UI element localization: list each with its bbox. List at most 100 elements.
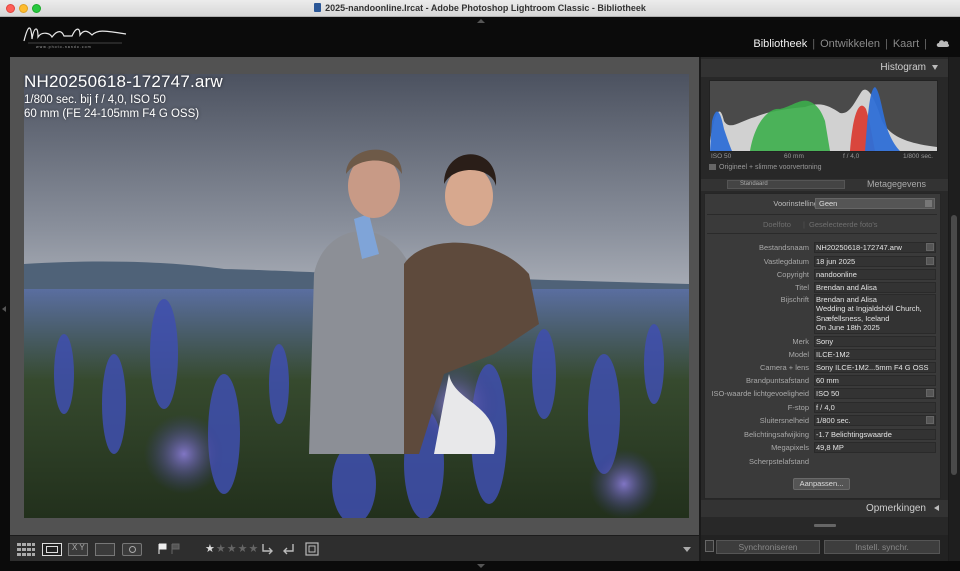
identity-plate-signature-logo: www.photo-nando.com — [23, 27, 127, 49]
metadata-field-label: ISO-waarde lichtgevoeligheid — [711, 389, 809, 398]
caption-line[interactable]: On June 18th 2025 — [816, 323, 880, 332]
identity-plate-tagline: www.photo-nando.com — [36, 45, 92, 49]
star-icon[interactable]: ★ — [216, 543, 227, 555]
couple-lupine-photo — [24, 74, 689, 518]
caption-line[interactable]: Snæfellsness, Iceland — [816, 314, 889, 323]
expand-comments-icon[interactable] — [934, 505, 939, 511]
metadata-field-action-icon[interactable] — [926, 389, 934, 397]
metadata-title: Metagegevens — [866, 179, 926, 189]
metadata-field-label: Scherpstelafstand — [748, 457, 809, 466]
metadata-field-action-icon[interactable] — [926, 416, 934, 424]
crop-overlay-icon[interactable] — [304, 541, 320, 557]
metadata-view-select[interactable]: Standaard — [727, 180, 845, 189]
metadata-field-value[interactable]: Brendan and Alisa — [816, 283, 877, 292]
metadata-header[interactable]: Standaard Metagegevens — [701, 179, 948, 191]
loupe-view-button[interactable] — [42, 543, 62, 556]
expand-left-panel-arrow-icon[interactable] — [2, 306, 6, 312]
collapse-top-panel-arrow-icon[interactable] — [477, 19, 485, 23]
histogram-title: Histogram — [880, 62, 926, 73]
module-library[interactable]: Bibliotheek — [753, 38, 807, 50]
metadata-field-value[interactable]: 1/800 sec. — [816, 416, 851, 425]
histogram-shutter: 1/800 sec. — [903, 153, 933, 160]
smart-preview-icon — [709, 164, 716, 170]
info-overlay: NH20250618-172747.arw 1/800 sec. bij f /… — [24, 72, 223, 120]
customize-metadata-button[interactable]: Aanpassen... — [793, 478, 850, 490]
metadata-field-value[interactable]: 60 mm — [816, 376, 839, 385]
caption-line[interactable]: Wedding at Ingjaldshóll Church, — [816, 304, 922, 313]
grid-view-icon[interactable] — [17, 543, 35, 556]
star-icon[interactable]: ★ — [205, 543, 216, 555]
tab-separator: | — [803, 220, 805, 229]
window-titlebar: 2025-nandoonline.lrcat - Adobe Photoshop… — [0, 0, 960, 17]
metadata-field-value[interactable]: 49,8 MP — [816, 443, 844, 452]
metadata-field-value[interactable]: NH20250618-172747.arw — [816, 243, 902, 252]
module-separator: | — [812, 38, 816, 50]
metadata-field-label: Titel — [795, 283, 809, 292]
sync-button[interactable]: Synchroniseren — [716, 540, 820, 554]
overlay-filename: NH20250618-172747.arw — [24, 72, 223, 91]
right-panel-scroll-thumb[interactable] — [951, 215, 957, 475]
metadata-field-value[interactable]: ISO 50 — [816, 389, 839, 398]
star-icon[interactable]: ★ — [238, 543, 249, 555]
divider — [707, 214, 937, 215]
metadata-field-label: F-stop — [787, 403, 809, 412]
module-separator: | — [924, 38, 927, 50]
sync-settings-button[interactable]: Instell. synchr. — [824, 540, 940, 554]
auto-sync-toggle[interactable] — [705, 540, 714, 552]
window-title: 2025-nandoonline.lrcat - Adobe Photoshop… — [0, 3, 960, 13]
metadata-preset-select[interactable]: Geen — [815, 198, 935, 209]
library-toolbar: X Y ★★★★★ — [10, 535, 699, 561]
panel-resize-handle[interactable] — [814, 524, 836, 527]
metadata-field-label: Copyright — [776, 270, 809, 279]
metadata-field-label: Vastlegdatum — [763, 257, 809, 266]
module-develop[interactable]: Ontwikkelen — [820, 38, 880, 50]
metadata-field-value[interactable]: f / 4,0 — [816, 403, 835, 412]
flag-icons[interactable] — [158, 543, 182, 555]
metadata-field-label: Camera + lens — [760, 363, 809, 372]
collapse-histogram-icon[interactable] — [932, 65, 938, 70]
metadata-field-value[interactable]: Sony — [816, 337, 833, 346]
tab-selected-photos[interactable]: Geselecteerde foto's — [809, 220, 878, 229]
metadata-field-action-icon[interactable] — [926, 243, 934, 251]
metadata-field-value[interactable]: Brendan and Alisa — [816, 295, 877, 304]
metadata-field-action-icon[interactable] — [926, 257, 934, 265]
metadata-field-value[interactable]: Sony ILCE-1M2...5mm F4 G OSS — [816, 363, 929, 372]
histogram-aperture: f / 4,0 — [843, 153, 860, 160]
tab-target-photo[interactable]: Doelfoto — [763, 220, 791, 229]
toolbar-content-dropdown-icon[interactable] — [683, 547, 691, 552]
metadata-field-value[interactable]: -1.7 Belichtingswaarde — [816, 430, 892, 439]
metadata-field-label: Bijschrift — [780, 295, 809, 304]
histogram-green — [750, 100, 830, 151]
metadata-field-label: Model — [788, 350, 809, 359]
metadata-field-label: Bestandsnaam — [758, 243, 809, 252]
expand-filmstrip-arrow-icon[interactable] — [477, 564, 485, 568]
histogram-header[interactable]: Histogram — [701, 59, 948, 77]
rotate-icons[interactable] — [260, 542, 296, 556]
overlay-lens: 60 mm (FE 24-105mm F4 G OSS) — [24, 108, 200, 120]
module-picker: Bibliotheek | Ontwikkelen | Kaart | — [753, 38, 932, 50]
document-icon — [314, 3, 322, 12]
comments-header[interactable]: Opmerkingen — [701, 500, 948, 517]
histogram-chart — [709, 80, 938, 152]
module-separator: | — [884, 38, 888, 50]
survey-view-button[interactable] — [95, 543, 115, 556]
voorinstelling-label: Voorinstelling — [773, 199, 818, 208]
metadata-field-value[interactable]: ILCE-1M2 — [816, 350, 850, 359]
overlay-exposure: 1/800 sec. bij f / 4,0, ISO 50 — [24, 94, 166, 106]
preview-status: Origineel + slimme voorvertoning — [709, 164, 822, 171]
select-updown-icon — [925, 200, 932, 207]
people-view-button[interactable] — [122, 543, 142, 556]
star-icon[interactable]: ★ — [227, 543, 238, 555]
compare-view-button[interactable]: X Y — [68, 543, 88, 556]
module-map[interactable]: Kaart — [893, 38, 919, 50]
cloud-sync-icon[interactable] — [936, 38, 950, 48]
divider — [707, 233, 937, 234]
metadata-field-label: Belichtingsafwijking — [743, 430, 809, 439]
module-bar — [0, 17, 960, 57]
metadata-field-value[interactable]: nandoonline — [816, 270, 857, 279]
star-icon[interactable]: ★ — [249, 543, 260, 555]
star-rating[interactable]: ★★★★★ — [205, 542, 259, 555]
metadata-field-label: Merk — [792, 337, 809, 346]
metadata-field-value[interactable]: 18 jun 2025 — [816, 257, 855, 266]
sync-bar: Synchroniseren Instell. synchr. — [701, 535, 948, 561]
